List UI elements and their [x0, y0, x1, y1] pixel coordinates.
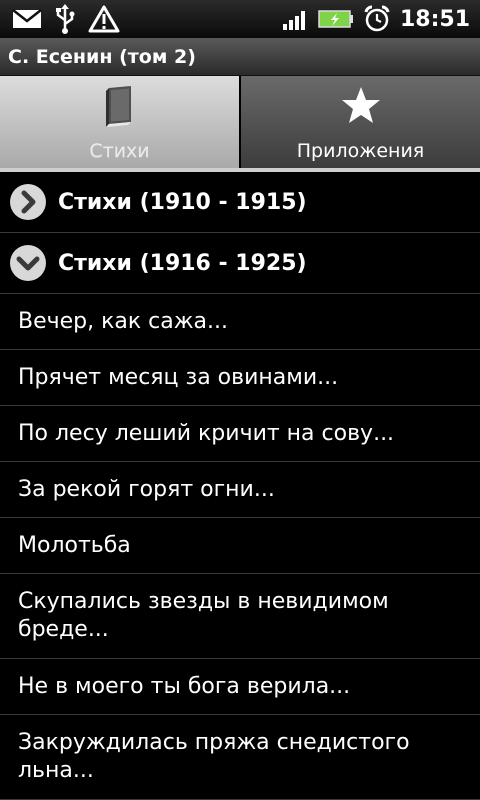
- signal-icon: [282, 11, 305, 30]
- poem-list: Стихи (1910 - 1915) Стихи (1916 - 1925) …: [0, 172, 480, 800]
- list-item[interactable]: Скупались звезды в невидимом бреде...: [0, 574, 480, 659]
- warning-icon: [88, 5, 120, 33]
- list-item[interactable]: Закруждилась пряжа снедистого льна...: [0, 715, 480, 800]
- title-bar: С. Есенин (том 2): [0, 38, 480, 76]
- group-label: Стихи (1916 - 1925): [58, 250, 307, 276]
- status-bar: 18:51: [0, 0, 480, 38]
- alarm-icon: [364, 5, 390, 32]
- chevron-down-icon: [10, 245, 46, 281]
- page-title: С. Есенин (том 2): [8, 45, 196, 68]
- chevron-right-icon: [10, 184, 46, 220]
- tab-poems-label: Стихи: [89, 140, 150, 162]
- list-item[interactable]: Не в моего ты бога верила...: [0, 659, 480, 715]
- group-poems-1916-1925[interactable]: Стихи (1916 - 1925): [0, 233, 480, 294]
- tab-appendix-label: Приложения: [296, 140, 425, 162]
- clock-time: 18:51: [399, 6, 470, 32]
- list-item[interactable]: По лесу леший кричит на сову...: [0, 406, 480, 462]
- email-icon: [12, 9, 42, 28]
- usb-icon: [56, 4, 75, 34]
- list-item[interactable]: За рекой горят огни...: [0, 462, 480, 518]
- tab-poems[interactable]: Стихи: [0, 76, 239, 168]
- group-poems-1910-1915[interactable]: Стихи (1910 - 1915): [0, 172, 480, 233]
- list-item[interactable]: Прячет месяц за овинами...: [0, 350, 480, 406]
- star-icon: [341, 87, 380, 123]
- group-label: Стихи (1910 - 1915): [58, 189, 307, 215]
- book-icon: [105, 86, 131, 127]
- tab-bar: Стихи Приложения: [0, 76, 480, 168]
- list-item[interactable]: Молотьба: [0, 518, 480, 574]
- tab-appendix[interactable]: Приложения: [241, 76, 480, 168]
- battery-charging-icon: [318, 10, 353, 28]
- list-item[interactable]: Вечер, как сажа...: [0, 294, 480, 350]
